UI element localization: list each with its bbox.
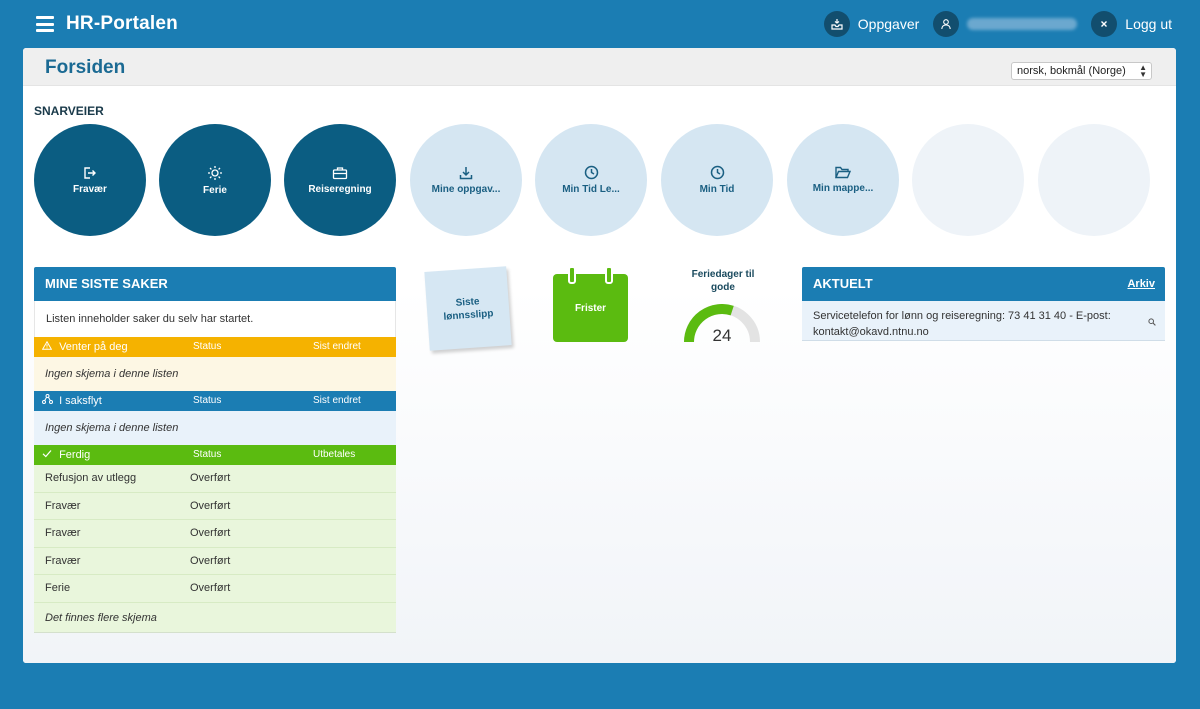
shortcut-label: Min Tid Le... [562, 184, 620, 195]
deadlines-label: Frister [574, 302, 607, 314]
tasks-label: Oppgaver [857, 16, 920, 32]
column-status: Status [193, 395, 222, 406]
top-actions: Oppgaver Logg ut [810, 11, 1172, 37]
calendar-ring-icon [605, 266, 613, 284]
table-row[interactable]: Fravær Overført [34, 492, 396, 520]
top-bar: HR-Portalen Oppgaver Logg ut [0, 0, 1200, 48]
briefcase-icon [332, 166, 348, 179]
shortcut-min-mappe[interactable]: Min mappe... [787, 124, 899, 236]
user-name [967, 18, 1078, 30]
case-name: Ferie [45, 582, 71, 594]
case-status: Overført [190, 472, 231, 484]
deadlines-widget[interactable]: Frister [553, 266, 628, 342]
more-forms-link[interactable]: Det finnes flere skjema [34, 602, 396, 633]
table-row[interactable]: Fravær Overført [34, 547, 396, 575]
payslip-label: Siste lønnsslipp [443, 295, 494, 323]
logout-button[interactable]: Logg ut [1091, 11, 1172, 37]
page-header: Forsiden norsk, bokmål (Norge) ▲ ▼ [23, 48, 1176, 86]
news-item[interactable]: Servicetelefon for lønn og reiseregning:… [802, 301, 1165, 341]
column-last-changed: Sist endret [313, 395, 361, 406]
shortcut-label: Mine oppgav... [431, 183, 501, 195]
shortcut-mine-oppgaver[interactable]: Mine oppgav... [410, 124, 522, 236]
column-payout: Utbetales [313, 449, 356, 460]
waiting-empty-message: Ingen skjema i denne listen [34, 357, 396, 391]
sitemap-icon [42, 391, 54, 411]
workflow-label: I saksflyt [59, 395, 102, 407]
payslip-widget[interactable]: Siste lønnsslipp [424, 266, 512, 351]
inbox-icon [823, 11, 850, 37]
news-box: AKTUELT Arkiv Servicetelefon for lønn og… [802, 267, 1165, 341]
folder-open-icon [835, 166, 851, 179]
shortcut-label: Min Tid [699, 184, 735, 195]
case-name: Refusjon av utlegg [45, 472, 137, 484]
waiting-label: Venter på deg [59, 341, 128, 353]
shortcut-label: Fravær [73, 183, 107, 195]
shortcut-reiseregning[interactable]: Reiseregning [284, 124, 396, 236]
case-name: Fravær [45, 554, 81, 567]
vacation-days-value: 24 [712, 326, 732, 345]
case-name: Fravær [45, 527, 81, 539]
case-status: Overført [190, 499, 231, 512]
exit-icon [84, 166, 96, 179]
tasks-button[interactable]: Oppgaver [823, 11, 920, 37]
language-value: norsk, bokmål (Norge) [1017, 65, 1126, 77]
search-icon[interactable] [1148, 315, 1156, 331]
app-title[interactable]: HR-Portalen [66, 13, 178, 35]
warning-icon [41, 337, 54, 357]
shortcuts-title: SNARVEIER [34, 104, 104, 118]
shortcut-min-tid-leder[interactable]: Min Tid Le... [535, 124, 647, 236]
shortcut-label: Min mappe... [812, 183, 874, 194]
download-icon [459, 166, 473, 179]
case-status: Overført [190, 582, 231, 594]
done-label: Ferdig [59, 449, 91, 461]
vacation-days-label: Feriedager til gode [691, 269, 755, 293]
my-cases-title: MINE SISTE SAKER [34, 267, 396, 301]
language-select[interactable]: norsk, bokmål (Norge) ▲ ▼ [1011, 62, 1152, 80]
shortcut-min-tid[interactable]: Min Tid [661, 124, 773, 236]
shortcut-fravaer[interactable]: Fravær [34, 124, 146, 236]
close-icon [1091, 11, 1118, 37]
shortcut-ferie[interactable]: Ferie [159, 124, 271, 236]
done-section-header[interactable]: Ferdig Status Utbetales [34, 445, 396, 465]
table-row[interactable]: Fravær Overført [34, 520, 396, 548]
hamburger-menu-icon[interactable] [36, 16, 54, 32]
table-row[interactable]: Ferie Overført [34, 575, 396, 603]
user-menu[interactable] [933, 11, 1078, 37]
check-icon [42, 445, 54, 465]
select-arrows-icon: ▲ ▼ [1139, 63, 1147, 79]
column-status: Status [193, 341, 222, 352]
clock-icon [710, 165, 724, 180]
page-title: Forsiden [45, 57, 126, 78]
shortcut-empty[interactable] [1038, 124, 1150, 236]
column-last-changed: Sist endret [313, 341, 361, 352]
calendar-ring-icon [568, 266, 576, 284]
column-status: Status [193, 449, 222, 460]
case-status: Overført [190, 527, 231, 539]
news-text: Servicetelefon for lønn og reiseregning:… [813, 310, 1111, 338]
archive-link[interactable]: Arkiv [1127, 267, 1155, 301]
news-header: AKTUELT Arkiv [802, 267, 1165, 301]
shortcut-label: Reiseregning [308, 183, 372, 195]
my-cases-box: MINE SISTE SAKER Listen inneholder saker… [34, 267, 396, 633]
waiting-section-header[interactable]: Venter på deg Status Sist endret [34, 337, 396, 357]
page-body: SNARVEIER Fravær Ferie Reiseregning Mine… [23, 86, 1176, 663]
main-panel: Forsiden norsk, bokmål (Norge) ▲ ▼ SNARVE… [23, 48, 1176, 663]
user-icon [933, 11, 960, 37]
shortcut-empty[interactable] [912, 124, 1024, 236]
sun-icon [208, 165, 222, 180]
workflow-empty-message: Ingen skjema i denne listen [34, 411, 396, 445]
news-title: AKTUELT [813, 276, 873, 291]
logout-label: Logg ut [1125, 16, 1172, 32]
case-name: Fravær [45, 499, 81, 512]
shortcut-label: Ferie [203, 184, 227, 196]
workflow-section-header[interactable]: I saksflyt Status Sist endret [34, 391, 396, 411]
clock-icon [584, 165, 598, 180]
my-cases-description: Listen inneholder saker du selv har star… [34, 301, 396, 337]
table-row[interactable]: Refusjon av utlegg Overført [34, 465, 396, 493]
case-status: Overført [190, 554, 231, 567]
